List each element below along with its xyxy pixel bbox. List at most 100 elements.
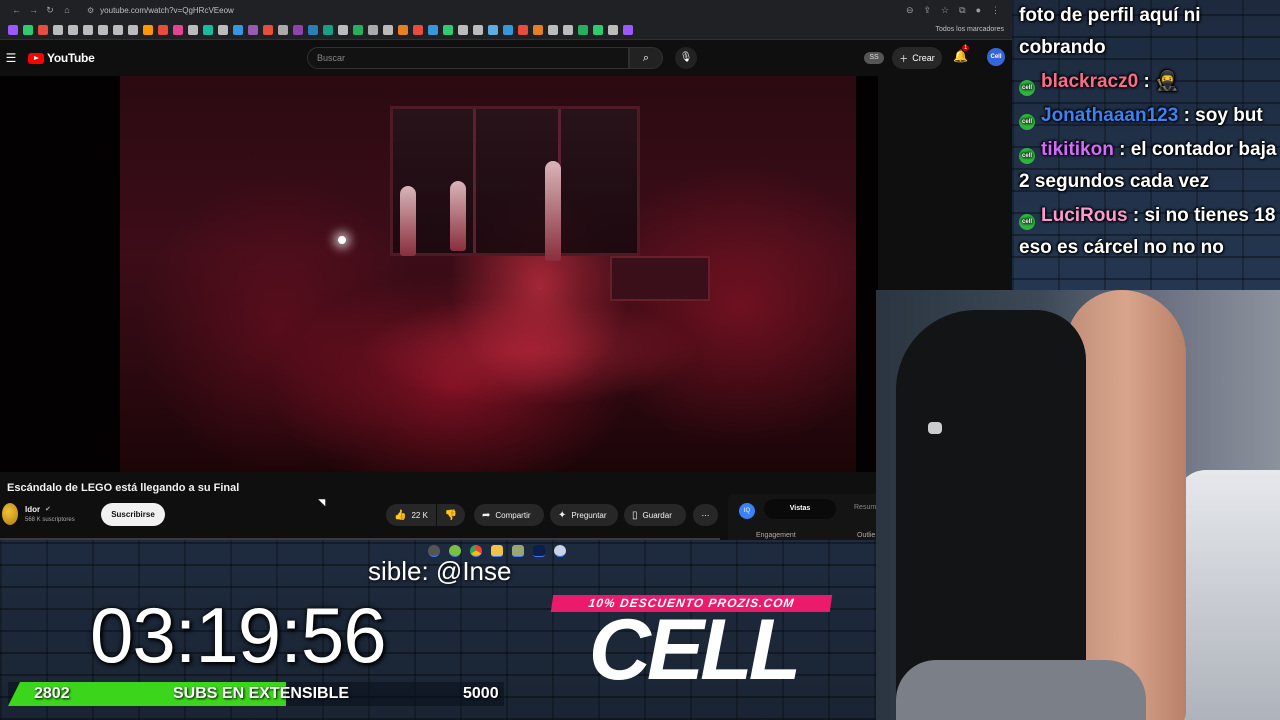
- youtube-header: ☰ YouTube Buscar ⌕ 🎙 SS ＋ Crear 🔔 1 Cell: [0, 40, 1012, 76]
- bookmark-icon[interactable]: [413, 24, 423, 35]
- bookmark-icon[interactable]: [398, 24, 408, 35]
- cell-badge-icon: cell: [1019, 80, 1035, 96]
- bookmark-icon[interactable]: [8, 24, 18, 35]
- bookmark-icon[interactable]: [443, 24, 453, 35]
- bookmarks-bar: Todos los marcadores: [0, 20, 1012, 40]
- chat-message: cell Jonathaaan123 : soy but: [1019, 100, 1280, 132]
- browser-menu-icon[interactable]: ⋮: [991, 5, 1000, 16]
- bookmark-icon[interactable]: [158, 24, 168, 35]
- bookmark-icon[interactable]: [563, 24, 573, 35]
- bookmark-icon[interactable]: [83, 24, 93, 35]
- bookmark-icon: ▯: [632, 509, 638, 521]
- ask-button[interactable]: ✦ Preguntar: [550, 504, 618, 526]
- bookmark-icon[interactable]: [263, 24, 273, 35]
- bookmark-icon[interactable]: [338, 24, 348, 35]
- bookmark-icon[interactable]: [233, 24, 243, 35]
- cell-badge-icon: cell: [1019, 214, 1035, 230]
- bookmarks-folder[interactable]: Todos los marcadores: [936, 26, 1012, 33]
- dislike-button[interactable]: 👎: [437, 504, 465, 526]
- bookmark-icon[interactable]: [128, 24, 138, 35]
- url-text: youtube.com/watch?v=QgHRcVEeow: [100, 5, 234, 15]
- search-icon: ⌕: [642, 52, 650, 64]
- extensions-icon[interactable]: ⧉: [959, 5, 965, 16]
- bookmark-icon[interactable]: [323, 24, 333, 35]
- webcam-pants: [896, 660, 1146, 720]
- bookmark-icon[interactable]: [623, 24, 633, 35]
- subs-progress-bar: 2802 SUBS EN EXTENSIBLE 5000: [8, 682, 504, 706]
- youtube-logo[interactable]: YouTube: [28, 51, 95, 65]
- chat-username: Jonathaaan123: [1041, 105, 1179, 126]
- site-info-icon[interactable]: ⚙: [87, 6, 94, 15]
- account-avatar[interactable]: Cell: [987, 48, 1005, 66]
- bookmark-star-icon[interactable]: ☆: [941, 5, 949, 16]
- bookmark-icon[interactable]: [368, 24, 378, 35]
- bookmark-icon[interactable]: [113, 24, 123, 35]
- bookmark-icon[interactable]: [68, 24, 78, 35]
- like-button[interactable]: 👍 22 K: [386, 504, 436, 526]
- profile-icon[interactable]: ●: [976, 5, 981, 16]
- share-label: Compartir: [495, 510, 531, 520]
- bookmark-icon[interactable]: [578, 24, 588, 35]
- taskbar-app-icon[interactable]: [512, 545, 524, 557]
- bookmark-icon[interactable]: [98, 24, 108, 35]
- bookmark-icon[interactable]: [173, 24, 183, 35]
- address-bar: ← → ↻ ⌂ ⚙ youtube.com/watch?v=QgHRcVEeow …: [0, 0, 1012, 20]
- bookmark-icon[interactable]: [353, 24, 363, 35]
- reload-icon[interactable]: ↻: [46, 5, 54, 16]
- chat-message-fragment: foto de perfil aquí ni cobrando: [1019, 5, 1201, 58]
- channel-avatar[interactable]: [2, 503, 18, 525]
- bookmark-icon[interactable]: [248, 24, 258, 35]
- share-button[interactable]: ➦ Compartir: [474, 504, 544, 526]
- search-button[interactable]: ⌕: [629, 47, 663, 69]
- video-title: Escándalo de LEGO está llegando a su Fin…: [7, 482, 240, 494]
- video-player[interactable]: [0, 76, 878, 472]
- bookmark-icon[interactable]: [23, 24, 33, 35]
- bookmark-icon[interactable]: [428, 24, 438, 35]
- bookmark-icon[interactable]: [218, 24, 228, 35]
- taskbar-photoshop-icon[interactable]: [533, 545, 545, 557]
- bookmark-icon[interactable]: [293, 24, 303, 35]
- share-page-icon[interactable]: ⇪: [924, 5, 932, 16]
- bookmark-icon[interactable]: [383, 24, 393, 35]
- home-icon[interactable]: ⌂: [63, 5, 71, 16]
- bookmark-icon[interactable]: [458, 24, 468, 35]
- bookmark-icon[interactable]: [203, 24, 213, 35]
- bookmark-icon[interactable]: [188, 24, 198, 35]
- bookmark-icon[interactable]: [38, 24, 48, 35]
- bookmark-icon[interactable]: [308, 24, 318, 35]
- bookmark-icon[interactable]: [488, 24, 498, 35]
- subscribe-button[interactable]: Suscribirse: [101, 503, 165, 526]
- hamburger-menu-icon[interactable]: ☰: [4, 51, 18, 65]
- save-button[interactable]: ▯ Guardar: [624, 504, 686, 526]
- create-button[interactable]: ＋ Crear: [892, 47, 942, 69]
- url-field[interactable]: ⚙ youtube.com/watch?v=QgHRcVEeow: [87, 6, 234, 15]
- bookmark-icon[interactable]: [608, 24, 618, 35]
- search-input[interactable]: Buscar: [307, 47, 629, 69]
- ss-extension-badge[interactable]: SS: [864, 52, 884, 64]
- zoom-icon[interactable]: ⊖: [906, 5, 914, 16]
- bookmark-icon[interactable]: [533, 24, 543, 35]
- back-icon[interactable]: ←: [12, 5, 21, 16]
- taskbar-app-icon[interactable]: [554, 545, 566, 557]
- bookmark-icon[interactable]: [473, 24, 483, 35]
- bookmark-icon[interactable]: [503, 24, 513, 35]
- bookmark-icon[interactable]: [143, 24, 153, 35]
- chat-username: tikitikon: [1041, 139, 1114, 160]
- tab-summary[interactable]: Resum: [854, 504, 876, 511]
- chat-message: cell blackracz0 : 🥷: [1019, 66, 1280, 98]
- extensible-timer: 03:19:56: [90, 591, 387, 679]
- notifications-bell-icon[interactable]: 🔔: [953, 49, 968, 63]
- bookmark-icon[interactable]: [548, 24, 558, 35]
- subs-goal-count: 5000: [463, 685, 499, 702]
- bookmark-icon[interactable]: [53, 24, 63, 35]
- bookmark-icon[interactable]: [278, 24, 288, 35]
- tab-views[interactable]: Vistas: [764, 499, 836, 519]
- video-scene-floor: [360, 296, 700, 406]
- more-actions-button[interactable]: ⋯: [693, 504, 718, 526]
- forward-icon[interactable]: →: [29, 5, 38, 16]
- voice-search-button[interactable]: 🎙: [675, 47, 697, 69]
- channel-name[interactable]: Idor: [25, 505, 40, 514]
- bookmark-icon[interactable]: [593, 24, 603, 35]
- video-frame: [120, 76, 856, 472]
- bookmark-icon[interactable]: [518, 24, 528, 35]
